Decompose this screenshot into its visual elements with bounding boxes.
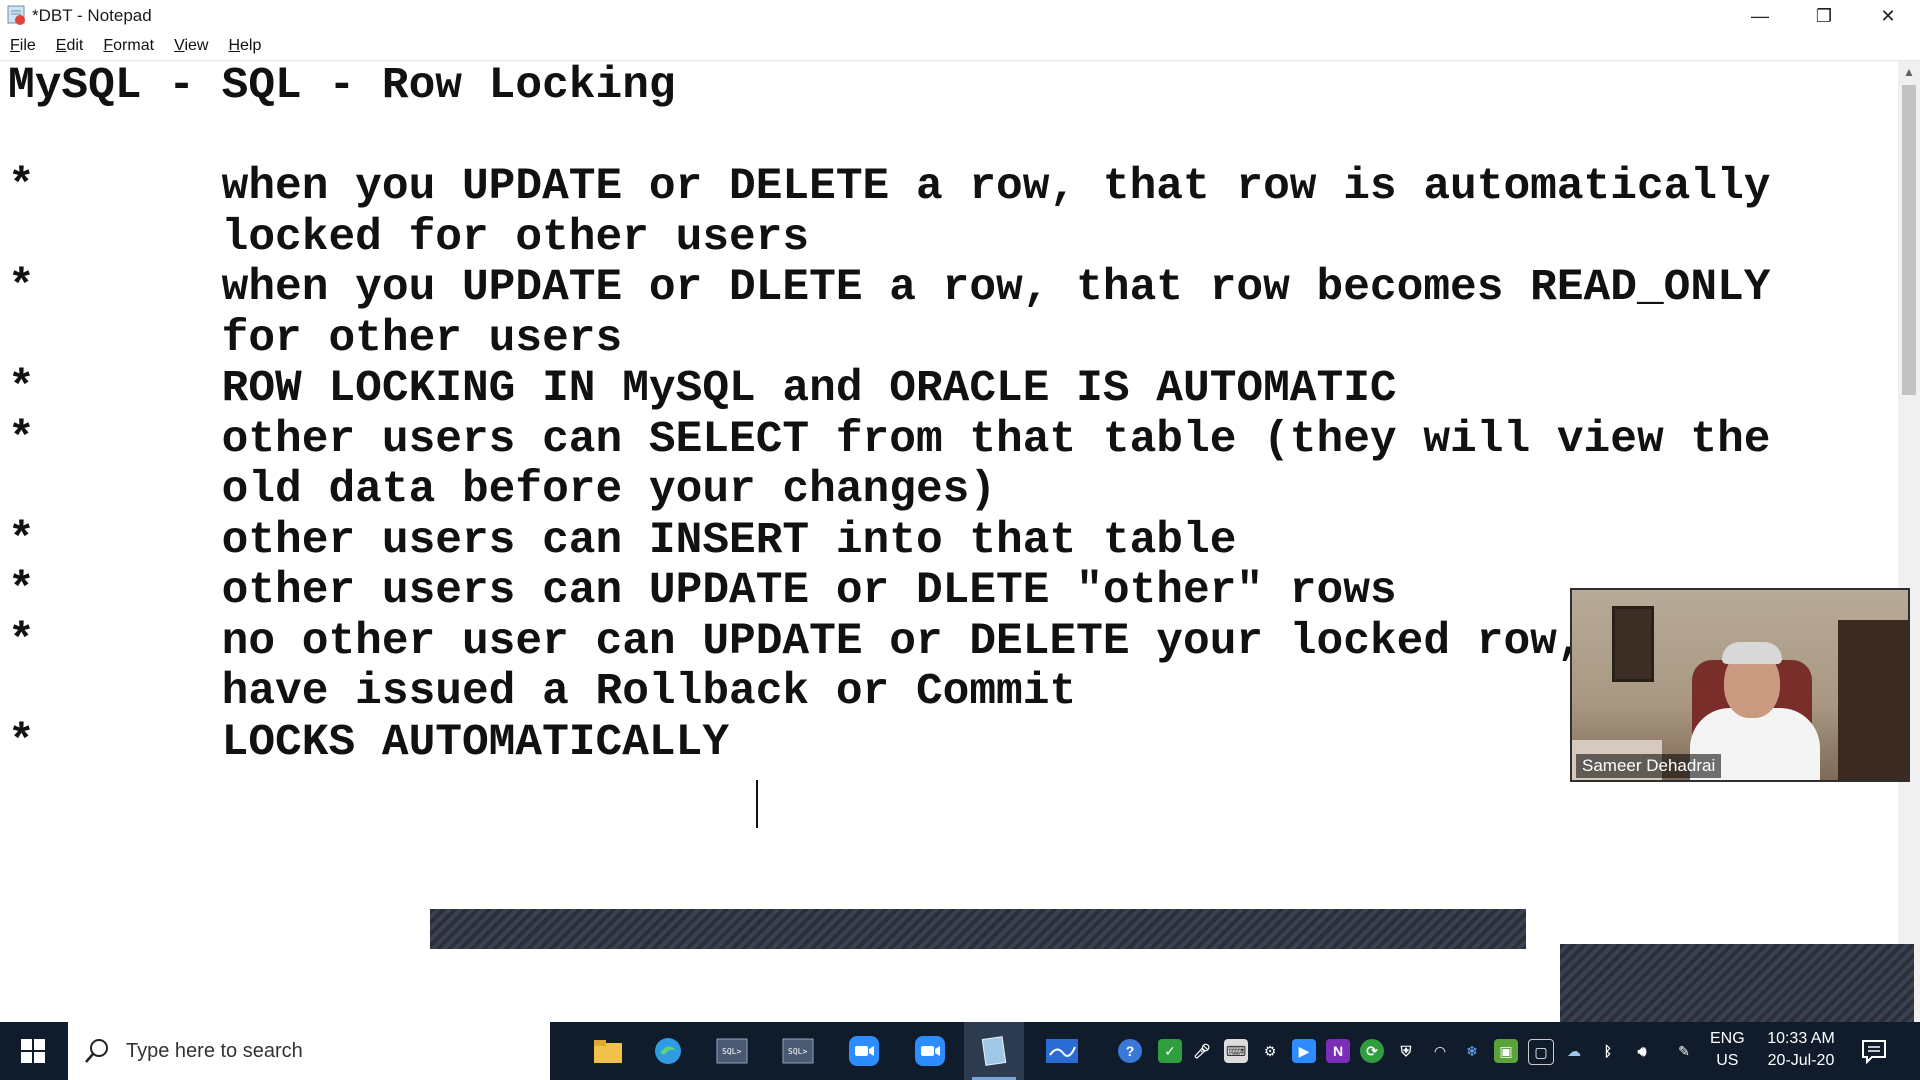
taskbar-app-sql-2[interactable]: SQL> [768,1022,828,1080]
text-caret [756,780,758,828]
cloud-icon[interactable]: ☁ [1562,1039,1586,1063]
search-placeholder: Type here to search [126,1039,303,1062]
menu-edit-label: dit [66,37,84,54]
keyboard-icon[interactable]: ⌨︎ [1224,1039,1248,1063]
menu-help-label: elp [240,37,262,54]
whiteboard-icon [1046,1039,1078,1063]
taskbar-search[interactable]: Type here to search [68,1022,550,1080]
wall-picture [1612,606,1654,682]
close-button[interactable]: ✕ [1856,0,1920,32]
clock-time: 10:33 AM [1767,1030,1835,1047]
menu-file[interactable]: File [0,32,46,60]
notepad-icon [981,1036,1007,1066]
menu-view-accel: V [174,37,185,54]
scrollbar-thumb[interactable] [1902,85,1916,395]
zoom-tray-icon[interactable]: ▶ [1292,1039,1316,1063]
editor-content[interactable]: MySQL - SQL - Row Locking * when you UPD… [8,61,1771,768]
snowflake-icon[interactable]: ❄ [1460,1039,1484,1063]
taskbar-app-sql-1[interactable]: SQL> [702,1022,762,1080]
scroll-up-arrow-icon[interactable]: ▲ [1902,65,1916,79]
edge-icon [655,1038,681,1064]
clock[interactable]: 10:33 AM 20-Jul-20 [1764,1028,1838,1072]
onenote-icon[interactable]: N [1326,1039,1350,1063]
window-title: *DBT - Notepad [32,6,152,25]
language-indicator[interactable]: ENG US [1710,1028,1745,1072]
steam-icon[interactable]: ⚙︎ [1258,1039,1282,1063]
notification-center-icon[interactable] [1860,1037,1888,1065]
wifi-icon[interactable]: ◠ [1428,1039,1452,1063]
sql-terminal-icon: SQL> [716,1038,748,1064]
taskbar-app-zoom-2[interactable] [900,1022,960,1080]
language-region: US [1716,1052,1739,1069]
overlay-banner-right [1560,944,1914,1022]
app-tray-icon[interactable]: ⟳ [1360,1039,1384,1063]
taskbar-app-zoom-1[interactable] [834,1022,894,1080]
participant-name: Sameer Dehadrai [1576,754,1722,778]
menu-format-label: ormat [113,37,155,54]
taskbar-app-edge[interactable] [638,1022,698,1080]
video-thumbnail[interactable]: Sameer Dehadrai [1570,588,1910,782]
svg-text:SQL>: SQL> [788,1047,807,1056]
zoom-icon [915,1036,945,1066]
menu-help[interactable]: Help [218,32,271,60]
minimize-button[interactable]: — [1728,0,1792,32]
file-explorer-icon [594,1040,622,1063]
nvidia-icon[interactable]: ▣ [1494,1039,1518,1063]
menu-file-label: ile [19,37,36,54]
menu-view-label: iew [184,37,209,54]
volume-icon[interactable]: 🔊︎ [1630,1039,1654,1063]
window-controls: — ❐ ✕ [1728,0,1920,32]
zoom-icon [849,1036,879,1066]
taskbar-app-whiteboard[interactable] [1032,1022,1092,1080]
vertical-scrollbar[interactable]: ▲ [1898,61,1920,1022]
sql-terminal-icon: SQL> [782,1038,814,1064]
overlay-banner [430,909,1526,949]
taskbar-app-notepad[interactable] [964,1022,1024,1080]
menu-bar: File Edit Format View Help [0,32,1920,60]
shield-icon[interactable]: ⛨ [1394,1039,1418,1063]
windows-logo-icon [21,1039,45,1063]
person-hair [1722,642,1782,664]
restore-button[interactable]: ❐ [1792,0,1856,32]
taskbar: Type here to search SQL> SQL> ? ✓ 🎤︎ ⌨︎ … [0,1022,1920,1080]
language-code: ENG [1710,1030,1745,1047]
start-button[interactable] [0,1022,66,1080]
menu-edit[interactable]: Edit [46,32,94,60]
menu-help-accel: H [228,37,241,54]
help-icon[interactable]: ? [1118,1039,1142,1063]
svg-text:SQL>: SQL> [722,1047,741,1056]
bluetooth-icon[interactable]: ᛒ [1596,1039,1620,1063]
title-bar: *DBT - Notepad — ❐ ✕ [0,0,1920,32]
text-editor[interactable]: MySQL - SQL - Row Locking * when you UPD… [0,61,1898,1022]
menu-view[interactable]: View [164,32,218,60]
taskbar-app-file-explorer[interactable] [578,1022,638,1080]
menu-format[interactable]: Format [93,32,164,60]
notepad-app-icon[interactable] [6,4,28,26]
clock-date: 20-Jul-20 [1767,1052,1835,1069]
menu-format-accel: F [103,37,114,54]
tablet-icon[interactable]: ▢ [1528,1039,1554,1065]
security-check-icon[interactable]: ✓ [1158,1039,1182,1063]
shelf [1838,620,1908,780]
menu-edit-accel: E [55,37,67,54]
pen-icon[interactable]: ✎ [1672,1039,1696,1063]
microphone-icon[interactable]: 🎤︎ [1190,1039,1214,1063]
menu-file-accel: F [10,37,20,54]
search-icon [85,1039,108,1063]
